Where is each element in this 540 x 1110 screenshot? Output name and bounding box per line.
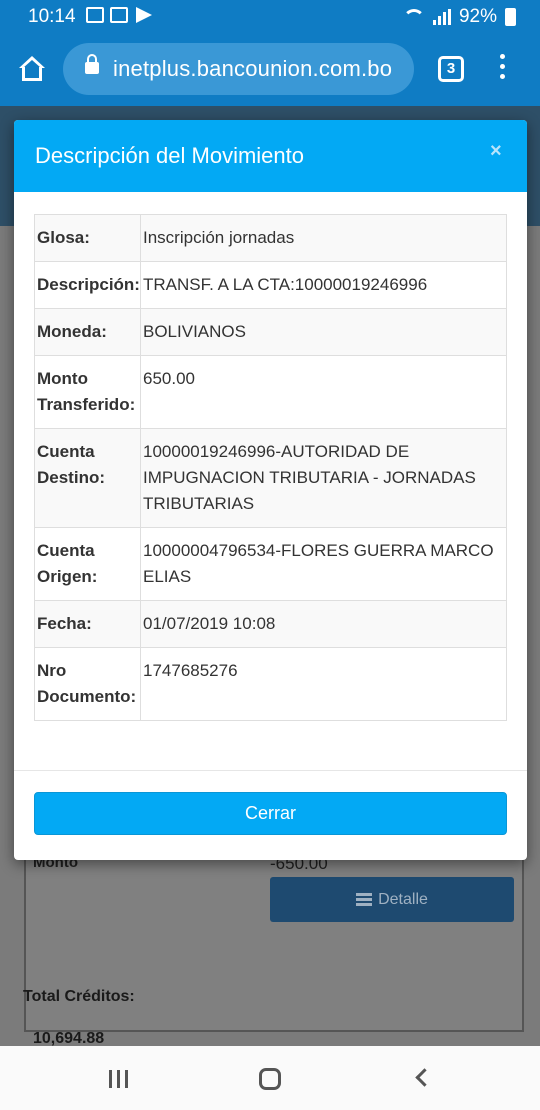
home-nav-icon[interactable] <box>259 1068 281 1090</box>
battery-icon <box>505 8 516 26</box>
detalle-label: Detalle <box>378 890 428 908</box>
tab-switcher-button[interactable]: 3 <box>438 56 464 82</box>
row-label: Cuenta Origen: <box>34 527 141 601</box>
back-icon[interactable] <box>415 1068 434 1087</box>
row-label: Descripción: <box>34 261 141 309</box>
notification-icons <box>86 7 152 23</box>
battery-percent: 92% <box>458 6 497 27</box>
list-icon <box>356 893 373 906</box>
table-row: Monto Transferido: 650.00 <box>34 355 507 429</box>
row-value: 1747685276 <box>140 647 507 721</box>
row-label: Moneda: <box>34 308 141 356</box>
modal-title: Descripción del Movimiento <box>35 143 304 168</box>
movement-detail-modal: Descripción del Movimiento × Glosa: Insc… <box>14 120 527 860</box>
table-row: Fecha: 01/07/2019 10:08 <box>34 600 507 648</box>
browser-toolbar: inetplus.bancounion.com.bo 3 <box>0 34 540 106</box>
cerrar-button[interactable]: Cerrar <box>34 792 507 835</box>
table-row: Nro Documento: 1747685276 <box>34 647 507 721</box>
mail-icon <box>110 7 128 23</box>
table-row: Glosa: Inscripción jornadas <box>34 214 507 262</box>
row-label: Monto Transferido: <box>34 355 141 429</box>
more-menu-icon[interactable] <box>497 54 507 86</box>
lock-icon <box>85 54 99 74</box>
navigation-bar <box>0 1046 540 1110</box>
total-creditos-label: Total Créditos: <box>23 988 135 1005</box>
status-right: 92% <box>402 6 516 28</box>
row-value: BOLIVIANOS <box>140 308 507 356</box>
row-value: 01/07/2019 10:08 <box>140 600 507 648</box>
recent-apps-icon[interactable] <box>109 1070 128 1088</box>
address-bar[interactable]: inetplus.bancounion.com.bo <box>63 43 414 95</box>
row-label: Nro Documento: <box>34 647 141 721</box>
close-icon[interactable]: × <box>490 140 502 163</box>
movement-detail-table: Glosa: Inscripción jornadas Descripción:… <box>34 214 507 721</box>
table-row: Moneda: BOLIVIANOS <box>34 308 507 356</box>
row-value: 10000004796534-FLORES GUERRA MARCO ELIAS <box>140 527 507 601</box>
detalle-button[interactable]: Detalle <box>270 877 514 922</box>
signal-icon <box>432 9 451 25</box>
row-label: Fecha: <box>34 600 141 648</box>
status-time: 10:14 <box>28 6 76 27</box>
image-icon <box>86 7 104 23</box>
table-row: Cuenta Destino: 10000019246996-AUTORIDAD… <box>34 428 507 528</box>
row-label: Cuenta Destino: <box>34 428 141 528</box>
row-value: 10000019246996-AUTORIDAD DE IMPUGNACION … <box>140 428 507 528</box>
status-bar: 10:14 92% <box>0 0 540 34</box>
row-value: TRANSF. A LA CTA:10000019246996 <box>140 261 507 309</box>
telegram-icon <box>136 7 152 23</box>
modal-footer-divider <box>14 770 527 771</box>
row-value: 650.00 <box>140 355 507 429</box>
row-label: Glosa: <box>34 214 141 262</box>
table-row: Cuenta Origen: 10000004796534-FLORES GUE… <box>34 527 507 601</box>
row-value: Inscripción jornadas <box>140 214 507 262</box>
url-text: inetplus.bancounion.com.bo <box>113 56 393 81</box>
modal-header: Descripción del Movimiento × <box>14 120 527 192</box>
wifi-icon <box>402 9 425 25</box>
home-icon[interactable] <box>18 56 46 84</box>
table-row: Descripción: TRANSF. A LA CTA:1000001924… <box>34 261 507 309</box>
